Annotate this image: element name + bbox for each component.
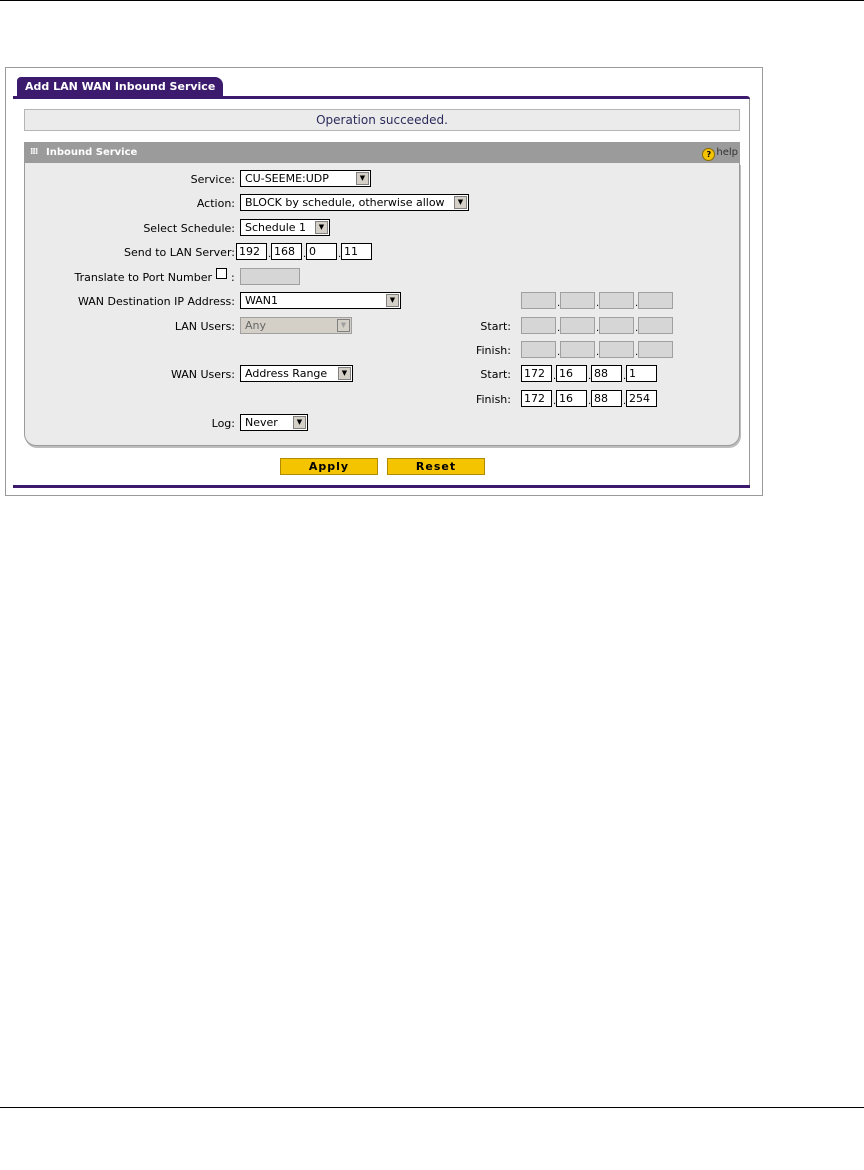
section-header: ⁞⁞⁞ Inbound Service ? help [24,142,740,163]
help-label: help [716,147,738,158]
wan-finish-ip-octet-2[interactable]: 16 [556,390,587,407]
lan-server-ip-octet-2[interactable]: 168 [271,243,302,260]
grip-icon: ⁞⁞⁞ [30,147,38,157]
wan-dest-ip-octet-1[interactable] [521,292,556,309]
wan-destination-select[interactable]: WAN1 ▼ [240,292,401,309]
status-message: Operation succeeded. [24,109,740,131]
lan-finish-ip-octet-4[interactable] [638,341,673,358]
schedule-label: Select Schedule: [143,222,235,235]
action-select-value: BLOCK by schedule, otherwise allow [245,196,445,209]
lan-finish-ip-octet-1[interactable] [521,341,556,358]
wan-users-finish-label: Finish: [475,393,511,406]
wan-start-ip-octet-2[interactable]: 16 [556,365,587,382]
chevron-down-icon: ▼ [454,196,467,209]
apply-button[interactable]: Apply [280,458,378,475]
wan-start-ip-octet-4[interactable]: 1 [626,365,657,382]
log-label: Log: [211,417,235,430]
lan-start-ip-octet-3[interactable] [599,317,634,334]
wan-destination-label: WAN Destination IP Address: [77,295,235,308]
chevron-down-icon: ▼ [356,172,369,185]
translate-port-label: Translate to Port Number [74,271,212,284]
wan-users-select[interactable]: Address Range ▼ [240,365,353,382]
action-select[interactable]: BLOCK by schedule, otherwise allow ▼ [240,194,469,211]
translate-port-colon: : [231,271,235,284]
section-title: Inbound Service [46,147,138,158]
service-label: Service: [190,173,235,186]
wan-finish-ip-octet-1[interactable]: 172 [521,390,552,407]
send-to-lan-label: Send to LAN Server: [124,246,235,259]
wan-users-start-label: Start: [480,368,511,381]
panel-bottom-border [13,485,750,488]
lan-finish-ip-octet-3[interactable] [599,341,634,358]
lan-users-label: LAN Users: [174,320,235,333]
schedule-select-value: Schedule 1 [245,221,307,234]
lan-start-ip-octet-1[interactable] [521,317,556,334]
tab-add-lan-wan-inbound-service[interactable]: Add LAN WAN Inbound Service [17,77,224,97]
wan-users-select-value: Address Range [245,367,328,380]
chevron-down-icon: ▼ [337,319,350,332]
wan-start-ip-octet-3[interactable]: 88 [591,365,622,382]
wan-users-label: WAN Users: [170,368,235,381]
help-link[interactable]: ? help [702,142,738,163]
wan-finish-ip-octet-3[interactable]: 88 [591,390,622,407]
chevron-down-icon: ▼ [315,221,328,234]
bottom-rule [0,1107,864,1108]
log-select-value: Never [245,416,278,429]
wan-finish-ip-octet-4[interactable]: 254 [626,390,657,407]
wan-dest-ip-octet-3[interactable] [599,292,634,309]
log-select[interactable]: Never ▼ [240,414,308,431]
translate-port-input[interactable] [240,268,300,285]
wan-destination-select-value: WAN1 [245,294,279,307]
service-select[interactable]: CU-SEEME:UDP ▼ [240,170,371,187]
action-label: Action: [196,197,235,210]
wan-start-ip-octet-1[interactable]: 172 [521,365,552,382]
reset-button[interactable]: Reset [387,458,485,475]
translate-port-checkbox[interactable] [216,268,227,279]
top-rule [0,0,864,1]
lan-server-ip-octet-4[interactable]: 11 [341,243,372,260]
wan-dest-ip-octet-4[interactable] [638,292,673,309]
lan-users-finish-label: Finish: [475,344,511,357]
chevron-down-icon: ▼ [338,367,351,380]
lan-start-ip-octet-4[interactable] [638,317,673,334]
lan-server-ip-octet-1[interactable]: 192 [236,243,267,260]
lan-start-ip-octet-2[interactable] [560,317,595,334]
wan-dest-ip-octet-2[interactable] [560,292,595,309]
service-select-value: CU-SEEME:UDP [245,172,329,185]
lan-finish-ip-octet-2[interactable] [560,341,595,358]
lan-server-ip-octet-3[interactable]: 0 [306,243,337,260]
chevron-down-icon: ▼ [293,416,306,429]
schedule-select[interactable]: Schedule 1 ▼ [240,219,330,236]
chevron-down-icon: ▼ [386,294,399,307]
lan-users-start-label: Start: [480,320,511,333]
help-icon: ? [702,148,716,161]
lan-users-select[interactable]: Any ▼ [240,317,352,334]
lan-users-select-value: Any [245,319,267,332]
